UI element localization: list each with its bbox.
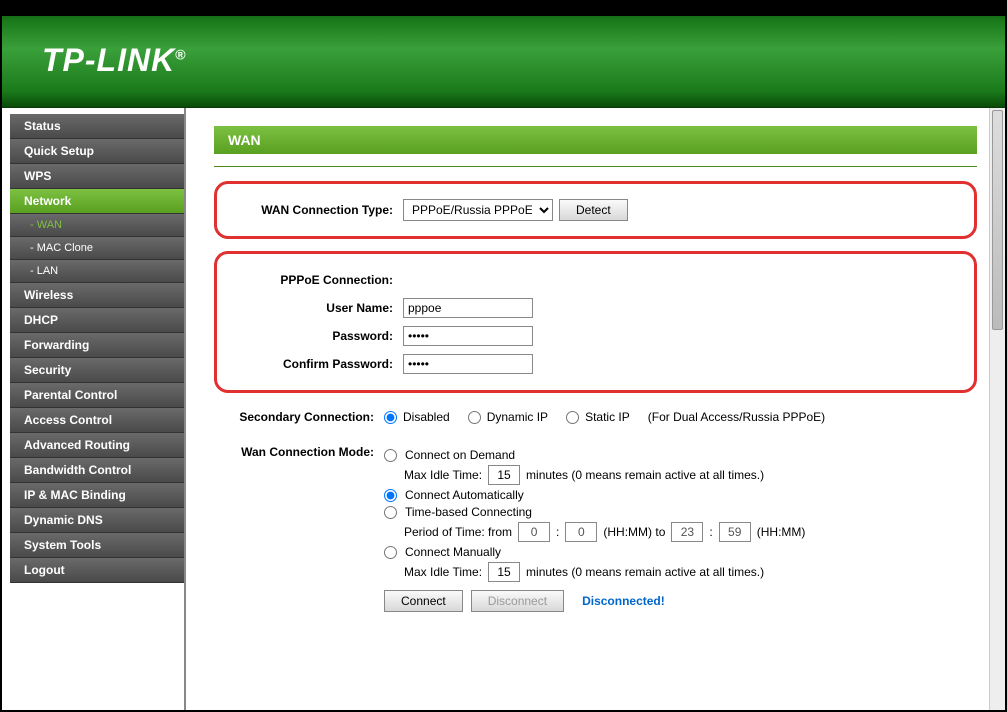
mode-auto-radio[interactable] bbox=[384, 489, 397, 502]
sidebar-item-logout[interactable]: Logout bbox=[10, 558, 184, 583]
username-input[interactable] bbox=[403, 298, 533, 318]
confirm-password-input[interactable] bbox=[403, 354, 533, 374]
time-end-label: (HH:MM) bbox=[757, 525, 806, 539]
sidebar-item-status[interactable]: Status bbox=[10, 114, 184, 139]
divider bbox=[214, 166, 977, 167]
demand-idle-note: minutes (0 means remain active at all ti… bbox=[526, 468, 764, 482]
time-mid-label: (HH:MM) to bbox=[603, 525, 665, 539]
secondary-static-label: Static IP bbox=[585, 410, 630, 424]
connect-button[interactable]: Connect bbox=[384, 590, 463, 612]
wan-type-select[interactable]: PPPoE/Russia PPPoE bbox=[403, 199, 553, 221]
sidebar-item-lan[interactable]: - LAN bbox=[10, 260, 184, 283]
confirm-password-label: Confirm Password: bbox=[233, 357, 403, 371]
time-from-m-input[interactable] bbox=[565, 522, 597, 542]
secondary-static-radio[interactable] bbox=[566, 411, 579, 424]
mode-time-label: Time-based Connecting bbox=[405, 505, 532, 519]
mode-manual-label: Connect Manually bbox=[405, 545, 501, 559]
sidebar-item-security[interactable]: Security bbox=[10, 358, 184, 383]
brand-logo: TP-LINK® bbox=[42, 42, 187, 79]
disconnect-button[interactable]: Disconnect bbox=[471, 590, 564, 612]
manual-idle-note: minutes (0 means remain active at all ti… bbox=[526, 565, 764, 579]
sidebar-item-parental-control[interactable]: Parental Control bbox=[10, 383, 184, 408]
sidebar-item-dynamic-dns[interactable]: Dynamic DNS bbox=[10, 508, 184, 533]
pppoe-highlight: PPPoE Connection: User Name: Password: C… bbox=[214, 251, 977, 393]
sidebar-item-advanced-routing[interactable]: Advanced Routing bbox=[10, 433, 184, 458]
secondary-disabled-label: Disabled bbox=[403, 410, 450, 424]
content-pane: WAN WAN Connection Type: PPPoE/Russia PP… bbox=[184, 108, 1005, 710]
sidebar: StatusQuick SetupWPSNetwork- WAN- MAC Cl… bbox=[2, 108, 184, 710]
mode-auto-label: Connect Automatically bbox=[405, 488, 524, 502]
demand-idle-label: Max Idle Time: bbox=[404, 468, 482, 482]
manual-idle-label: Max Idle Time: bbox=[404, 565, 482, 579]
time-period-label: Period of Time: from bbox=[404, 525, 512, 539]
sidebar-item-system-tools[interactable]: System Tools bbox=[10, 533, 184, 558]
password-label: Password: bbox=[233, 329, 403, 343]
secondary-disabled-radio[interactable] bbox=[384, 411, 397, 424]
sidebar-item-quick-setup[interactable]: Quick Setup bbox=[10, 139, 184, 164]
sidebar-item-wireless[interactable]: Wireless bbox=[10, 283, 184, 308]
secondary-dynamic-label: Dynamic IP bbox=[487, 410, 548, 424]
sidebar-item-mac-clone[interactable]: - MAC Clone bbox=[10, 237, 184, 260]
pppoe-header: PPPoE Connection: bbox=[233, 273, 403, 287]
mode-demand-label: Connect on Demand bbox=[405, 448, 515, 462]
secondary-conn-label: Secondary Connection: bbox=[214, 410, 384, 424]
sidebar-item-forwarding[interactable]: Forwarding bbox=[10, 333, 184, 358]
wan-type-label: WAN Connection Type: bbox=[233, 203, 403, 217]
mode-label: Wan Connection Mode: bbox=[214, 445, 384, 459]
connection-status: Disconnected! bbox=[582, 594, 665, 608]
page-title: WAN bbox=[214, 126, 977, 154]
demand-idle-input[interactable] bbox=[488, 465, 520, 485]
mode-time-radio[interactable] bbox=[384, 506, 397, 519]
mode-demand-radio[interactable] bbox=[384, 449, 397, 462]
sidebar-item-access-control[interactable]: Access Control bbox=[10, 408, 184, 433]
sidebar-item-bandwidth-control[interactable]: Bandwidth Control bbox=[10, 458, 184, 483]
mode-manual-radio[interactable] bbox=[384, 546, 397, 559]
detect-button[interactable]: Detect bbox=[559, 199, 628, 221]
password-input[interactable] bbox=[403, 326, 533, 346]
scrollbar-thumb[interactable] bbox=[992, 110, 1003, 330]
sidebar-item-wan[interactable]: - WAN bbox=[10, 214, 184, 237]
sidebar-item-wps[interactable]: WPS bbox=[10, 164, 184, 189]
time-from-h-input[interactable] bbox=[518, 522, 550, 542]
time-to-m-input[interactable] bbox=[719, 522, 751, 542]
scrollbar[interactable] bbox=[989, 108, 1005, 710]
secondary-dynamic-radio[interactable] bbox=[468, 411, 481, 424]
header: TP-LINK® bbox=[2, 2, 1005, 108]
time-to-h-input[interactable] bbox=[671, 522, 703, 542]
secondary-note: (For Dual Access/Russia PPPoE) bbox=[648, 410, 825, 424]
manual-idle-input[interactable] bbox=[488, 562, 520, 582]
username-label: User Name: bbox=[233, 301, 403, 315]
sidebar-item-dhcp[interactable]: DHCP bbox=[10, 308, 184, 333]
sidebar-item-ip-mac-binding[interactable]: IP & MAC Binding bbox=[10, 483, 184, 508]
sidebar-item-network[interactable]: Network bbox=[10, 189, 184, 214]
wan-type-highlight: WAN Connection Type: PPPoE/Russia PPPoE … bbox=[214, 181, 977, 239]
